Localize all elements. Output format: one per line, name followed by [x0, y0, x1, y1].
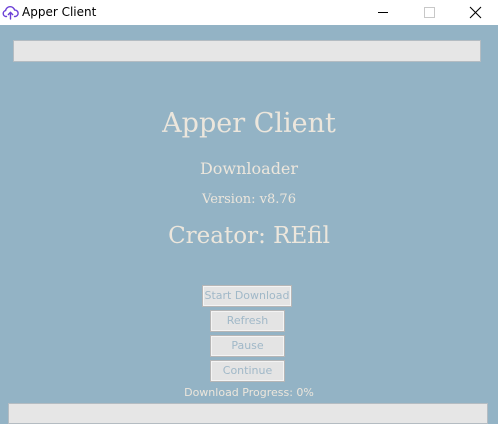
download-progress-bar	[8, 403, 488, 424]
title-bar[interactable]: Apper Client	[0, 0, 498, 25]
close-icon	[469, 6, 482, 19]
refresh-button[interactable]: Refresh	[210, 310, 285, 332]
maximize-icon	[424, 7, 435, 18]
top-input-field[interactable]	[13, 40, 481, 62]
start-download-button[interactable]: Start Download	[202, 285, 292, 307]
window-title: Apper Client	[22, 5, 97, 19]
creator-label: Creator: REfil	[168, 223, 330, 249]
download-progress-label: Download Progress: 0%	[184, 386, 314, 399]
minimize-icon	[378, 12, 388, 13]
close-button[interactable]	[452, 0, 498, 25]
cloud-upload-icon	[2, 4, 19, 21]
continue-button[interactable]: Continue	[210, 360, 285, 382]
app-window: Apper Client Apper Client Downloader Ver…	[0, 0, 498, 424]
minimize-button[interactable]	[360, 0, 406, 25]
maximize-button[interactable]	[406, 0, 452, 25]
version-label: Version: v8.76	[202, 192, 296, 207]
client-area: Apper Client Downloader Version: v8.76 C…	[0, 25, 498, 424]
pause-button[interactable]: Pause	[210, 335, 285, 357]
app-subtitle: Downloader	[199, 159, 299, 178]
app-heading: Apper Client	[162, 108, 336, 139]
